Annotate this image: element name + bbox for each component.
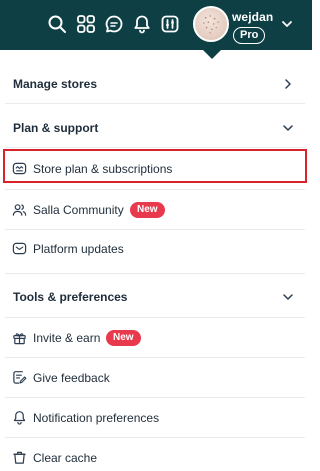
menu-tools-preferences[interactable]: Tools & preferences: [0, 288, 312, 306]
chevron-down-icon[interactable]: [281, 18, 293, 30]
divider: [5, 273, 305, 274]
divider: [5, 317, 305, 318]
menu-plan-support[interactable]: Plan & support: [0, 119, 312, 137]
selection-highlight: [3, 149, 307, 183]
new-badge: New: [130, 202, 165, 218]
salla-community-label: Salla Community: [33, 203, 124, 217]
username: wejdan: [232, 10, 274, 24]
divider: [5, 357, 305, 358]
menu-salla-community[interactable]: Salla Community New: [0, 200, 312, 220]
bell-icon: [13, 411, 26, 425]
avatar[interactable]: [193, 6, 229, 42]
divider: [5, 437, 305, 438]
dropdown-pointer: [203, 50, 221, 59]
switch-icon[interactable]: [160, 14, 180, 34]
new-badge: New: [106, 330, 141, 346]
divider: [5, 103, 305, 104]
community-icon: [12, 204, 27, 216]
top-bar: wejdan Pro: [0, 0, 312, 50]
notification-preferences-label: Notification preferences: [33, 411, 160, 425]
invite-earn-label: Invite & earn: [33, 331, 101, 345]
tools-preferences-label: Tools & preferences: [13, 290, 128, 304]
menu-invite-earn[interactable]: Invite & earn New: [0, 328, 312, 348]
chevron-right-icon: [285, 79, 291, 89]
bell-icon[interactable]: [132, 14, 152, 34]
menu-platform-updates[interactable]: Platform updates: [0, 239, 312, 259]
gift-icon: [13, 333, 26, 345]
clear-cache-icon: [13, 451, 26, 464]
grid-icon[interactable]: [76, 14, 96, 34]
divider: [5, 147, 305, 148]
menu-manage-stores[interactable]: Manage stores: [0, 75, 312, 93]
plan-badge: Pro: [233, 27, 266, 44]
chat-icon[interactable]: [104, 14, 124, 34]
platform-updates-label: Platform updates: [33, 242, 124, 256]
menu-notification-preferences[interactable]: Notification preferences: [0, 408, 312, 428]
give-feedback-label: Give feedback: [33, 371, 110, 385]
feedback-icon: [13, 371, 27, 384]
divider: [5, 189, 305, 190]
updates-icon: [12, 242, 27, 255]
plan-support-label: Plan & support: [13, 121, 99, 135]
divider: [5, 397, 305, 398]
manage-stores-label: Manage stores: [13, 77, 98, 91]
divider: [5, 229, 305, 230]
menu-give-feedback[interactable]: Give feedback: [0, 368, 312, 388]
chevron-down-icon: [283, 125, 293, 131]
clear-cache-label: Clear cache: [33, 451, 98, 465]
chevron-down-icon: [283, 294, 293, 300]
menu-clear-cache[interactable]: Clear cache: [0, 448, 312, 468]
search-icon[interactable]: [47, 14, 67, 34]
